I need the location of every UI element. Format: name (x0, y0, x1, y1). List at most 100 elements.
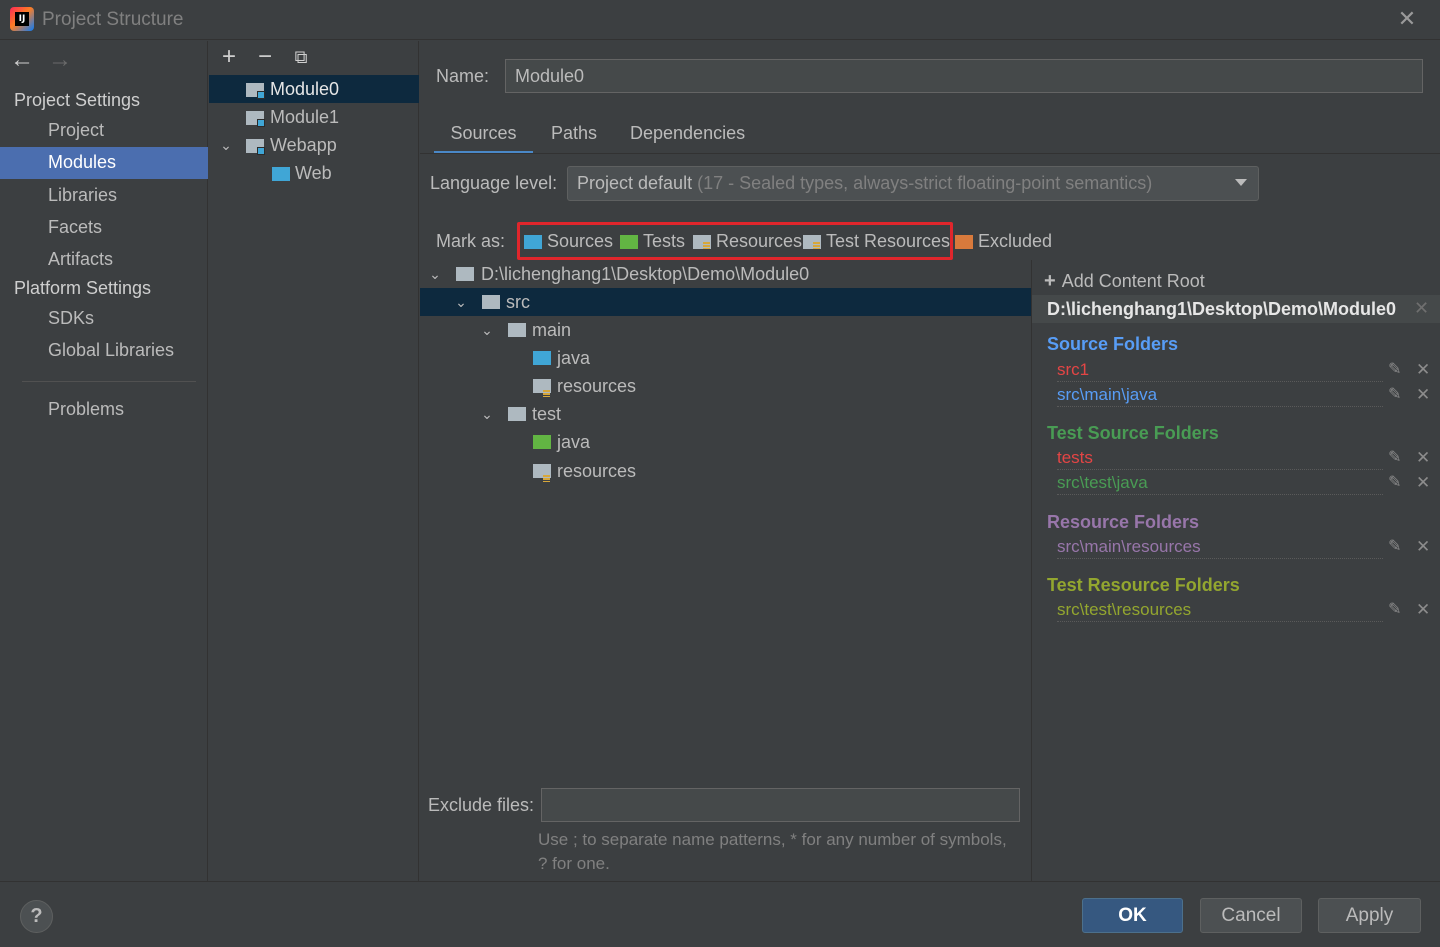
nav-item-artifacts[interactable]: Artifacts (0, 244, 208, 276)
chevron-down-icon[interactable]: ⌄ (480, 316, 494, 344)
add-icon[interactable]: + (218, 45, 240, 69)
nav-item-libraries[interactable]: Libraries (0, 180, 208, 212)
tab-dependencies[interactable]: Dependencies (630, 123, 745, 153)
copy-icon[interactable]: ⧉ (290, 46, 312, 68)
language-level-select[interactable]: Project default (17 - Sealed types, alwa… (567, 166, 1259, 201)
module-item-module1[interactable]: Module1 (209, 103, 419, 131)
ok-button[interactable]: OK (1082, 898, 1183, 933)
source-folder-entry: src\main\java (1057, 385, 1383, 407)
edit-pencil-icon[interactable]: ✎ (1388, 387, 1404, 403)
edit-pencil-icon[interactable]: ✎ (1388, 362, 1404, 378)
nav-item-global-libraries[interactable]: Global Libraries (0, 335, 208, 367)
tree-row-test-resources[interactable]: resources (420, 457, 1031, 485)
nav-item-sdks[interactable]: SDKs (0, 303, 208, 335)
tree-row-main[interactable]: ⌄ main (420, 316, 1031, 344)
resource-folder-entry: src\main\resources (1057, 537, 1383, 559)
test-resource-folder-entry: src\test\resources (1057, 600, 1383, 622)
test-folder-entry: src\test\java (1057, 473, 1383, 495)
chevron-down-icon[interactable]: ⌄ (454, 288, 468, 316)
test-source-folders-title: Test Source Folders (1047, 423, 1219, 443)
nav-item-problems[interactable]: Problems (0, 394, 208, 426)
remove-icon[interactable]: ✕ (1416, 386, 1432, 403)
resources-marker-icon (543, 390, 550, 397)
remove-icon[interactable]: − (254, 45, 276, 69)
dropdown-arrow-icon[interactable] (1235, 179, 1247, 186)
tree-label: resources (557, 461, 637, 481)
language-level-detail: (17 - Sealed types, always-strict floati… (697, 173, 1153, 193)
platform-settings-header: Platform Settings (14, 278, 152, 298)
edit-pencil-icon[interactable]: ✎ (1388, 450, 1404, 466)
remove-icon[interactable]: ✕ (1416, 361, 1432, 378)
test-resources-marker-icon (543, 475, 550, 482)
tree-label: src (506, 292, 530, 312)
remove-icon[interactable]: ✕ (1416, 474, 1432, 491)
edit-pencil-icon[interactable]: ✎ (1388, 475, 1404, 491)
exclude-files-label: Exclude files: (428, 795, 535, 815)
source-folder-entry: src1 (1057, 360, 1383, 382)
test-resource-folders-title: Test Resource Folders (1047, 575, 1240, 595)
arrow-left-icon[interactable]: ← (10, 48, 34, 72)
highlight-annotation-box (517, 222, 953, 260)
nav-item-facets[interactable]: Facets (0, 212, 208, 244)
tree-label: resources (557, 376, 637, 396)
facet-item-web[interactable]: Web (209, 159, 419, 187)
chevron-down-icon[interactable]: ⌄ (219, 131, 233, 159)
intellij-logo-icon: IJ (10, 7, 34, 31)
excluded-folder-icon (955, 235, 973, 249)
chevron-down-icon[interactable]: ⌄ (428, 260, 442, 288)
tree-label: main (532, 320, 572, 340)
exclude-files-hint: Use ; to separate name patterns, * for a… (538, 830, 1007, 873)
nav-item-project[interactable]: Project (0, 115, 208, 147)
close-icon[interactable]: ✕ (1396, 8, 1418, 30)
mark-excluded-button[interactable]: Excluded (955, 231, 1055, 255)
mark-as-label: Mark as: (436, 231, 506, 251)
nav-item-modules[interactable]: Modules (0, 147, 208, 179)
exclude-files-input[interactable] (541, 788, 1020, 822)
arrow-right-icon[interactable]: → (48, 48, 72, 72)
add-content-root-button[interactable]: + Add Content Root (1044, 270, 1205, 293)
tree-row-main-resources[interactable]: resources (420, 372, 1031, 400)
chevron-down-icon[interactable]: ⌄ (480, 400, 494, 428)
edit-pencil-icon[interactable]: ✎ (1388, 539, 1404, 555)
remove-root-icon[interactable]: ✕ (1414, 298, 1429, 319)
language-level-value: Project default (577, 173, 693, 193)
module-badge-icon (257, 91, 265, 99)
nav-divider (22, 381, 196, 382)
module-label: Webapp (270, 135, 337, 155)
content-root-path: D:\lichenghang1\Desktop\Demo\Module0 (1047, 299, 1397, 319)
mark-excluded-label: Excluded (978, 231, 1053, 251)
tree-row-main-java[interactable]: java (420, 344, 1031, 372)
module-name-input[interactable]: Module0 (505, 59, 1423, 93)
tab-paths[interactable]: Paths (551, 123, 597, 153)
project-settings-header: Project Settings (14, 90, 141, 110)
remove-icon[interactable]: ✕ (1416, 449, 1432, 466)
resource-folders-title: Resource Folders (1047, 512, 1200, 532)
tree-label: D:\lichenghang1\Desktop\Demo\Module0 (481, 264, 810, 284)
title-bar (0, 0, 1440, 40)
folder-icon (508, 407, 526, 421)
tree-label: java (557, 348, 591, 368)
tree-row-src[interactable]: ⌄ src (420, 288, 1031, 316)
edit-pencil-icon[interactable]: ✎ (1388, 602, 1404, 618)
add-content-root-label: Add Content Root (1061, 271, 1205, 291)
tree-root-row[interactable]: ⌄ D:\lichenghang1\Desktop\Demo\Module0 (420, 260, 1031, 288)
tree-row-test-java[interactable]: java (420, 428, 1031, 456)
folder-icon (508, 323, 526, 337)
tree-label: test (532, 404, 562, 424)
source-folders-title: Source Folders (1047, 334, 1179, 354)
plus-icon: + (1044, 270, 1056, 292)
module-item-webapp[interactable]: ⌄ Webapp (209, 131, 419, 159)
remove-icon[interactable]: ✕ (1416, 601, 1432, 618)
window-title: Project Structure (42, 9, 184, 30)
remove-icon[interactable]: ✕ (1416, 538, 1432, 555)
test-folder-entry: tests (1057, 448, 1383, 470)
module-label: Module0 (270, 79, 340, 99)
module-item-module0[interactable]: Module0 (209, 75, 419, 103)
folder-icon (482, 295, 500, 309)
tab-sources[interactable]: Sources (434, 123, 533, 154)
help-button[interactable]: ? (20, 900, 53, 933)
module-badge-icon (257, 147, 265, 155)
apply-button[interactable]: Apply (1318, 898, 1421, 933)
tree-row-test[interactable]: ⌄ test (420, 400, 1031, 428)
cancel-button[interactable]: Cancel (1200, 898, 1302, 933)
